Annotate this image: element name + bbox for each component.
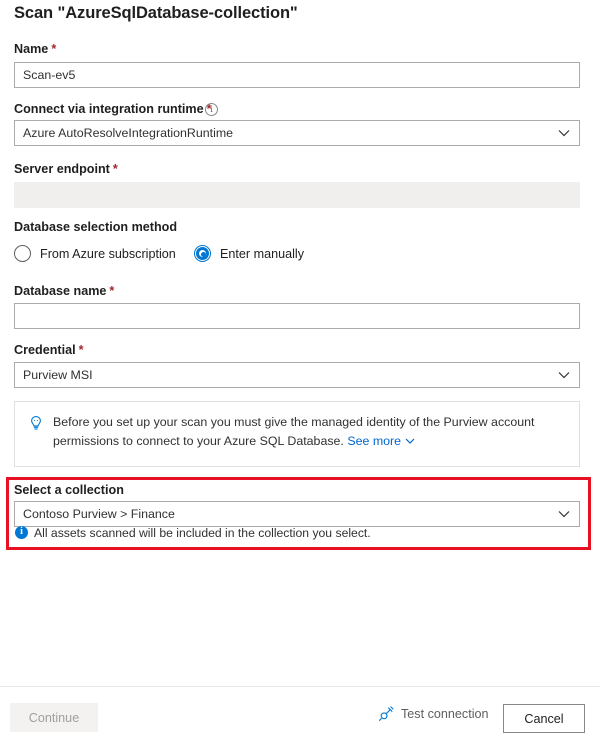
integration-runtime-label-text: Connect via integration runtime	[14, 102, 204, 116]
integration-runtime-dropdown[interactable]: Azure AutoResolveIntegrationRuntime	[14, 120, 580, 146]
chevron-down-icon	[556, 125, 572, 141]
credential-label-text: Credential	[14, 343, 76, 357]
permissions-banner-text: Before you set up your scan you must giv…	[53, 413, 565, 453]
credential-required-marker: *	[78, 343, 84, 357]
info-filled-icon	[15, 525, 28, 539]
cancel-button[interactable]: Cancel	[503, 704, 585, 733]
collection-value: Contoso Purview > Finance	[23, 507, 175, 521]
chevron-down-icon	[556, 367, 572, 383]
integration-runtime-label: Connect via integration runtime *	[14, 102, 212, 116]
page-title: Scan "AzureSqlDatabase-collection"	[14, 4, 298, 22]
database-name-label-text: Database name	[14, 284, 107, 298]
banner-line-1: Before you set up your scan you must giv…	[53, 415, 535, 429]
permissions-banner: Before you set up your scan you must giv…	[14, 401, 580, 467]
database-name-input[interactable]	[14, 303, 580, 329]
name-label: Name *	[14, 42, 56, 56]
name-input[interactable]: Scan-ev5	[14, 62, 580, 88]
see-more-link[interactable]: See more	[347, 434, 401, 448]
radio-enter-manually-label: Enter manually	[220, 246, 304, 261]
server-endpoint-label: Server endpoint *	[14, 162, 118, 176]
database-selection-method-label: Database selection method	[14, 220, 177, 234]
plug-connector-icon	[378, 705, 395, 722]
server-endpoint-input	[14, 182, 580, 208]
radio-unselected-icon	[14, 245, 31, 262]
scan-dialog: Scan "AzureSqlDatabase-collection" Name *…	[0, 0, 600, 738]
collection-dropdown[interactable]: Contoso Purview > Finance	[14, 501, 580, 527]
server-endpoint-label-text: Server endpoint	[14, 162, 110, 176]
test-connection-label: Test connection	[401, 706, 489, 721]
integration-runtime-value: Azure AutoResolveIntegrationRuntime	[23, 126, 234, 140]
credential-label: Credential *	[14, 343, 84, 357]
test-connection-button[interactable]: Test connection	[378, 705, 489, 722]
name-required-marker: *	[51, 42, 57, 56]
footer-divider	[0, 686, 600, 687]
chevron-down-icon	[556, 506, 572, 522]
radio-from-azure-subscription[interactable]: From Azure subscription	[14, 245, 176, 262]
collection-label: Select a collection	[14, 483, 124, 497]
radio-enter-manually[interactable]: Enter manually	[194, 245, 304, 262]
collection-label-text: Select a collection	[14, 483, 124, 497]
continue-button[interactable]: Continue	[10, 703, 98, 732]
lightbulb-icon	[27, 415, 45, 433]
server-endpoint-required-marker: *	[112, 162, 118, 176]
credential-value: Purview MSI	[23, 368, 93, 382]
banner-line-2: permissions to connect to your Azure SQL…	[53, 434, 344, 448]
database-name-required-marker: *	[109, 284, 115, 298]
chevron-down-icon[interactable]	[404, 434, 416, 453]
radio-from-azure-subscription-label: From Azure subscription	[40, 246, 176, 261]
name-label-text: Name	[14, 42, 49, 56]
collection-hint-text: All assets scanned will be included in t…	[34, 526, 371, 540]
credential-dropdown[interactable]: Purview MSI	[14, 362, 580, 388]
database-name-label: Database name *	[14, 284, 114, 298]
radio-selected-icon	[194, 245, 211, 262]
database-selection-method-label-text: Database selection method	[14, 220, 178, 234]
info-circle-icon[interactable]: i	[205, 103, 218, 116]
